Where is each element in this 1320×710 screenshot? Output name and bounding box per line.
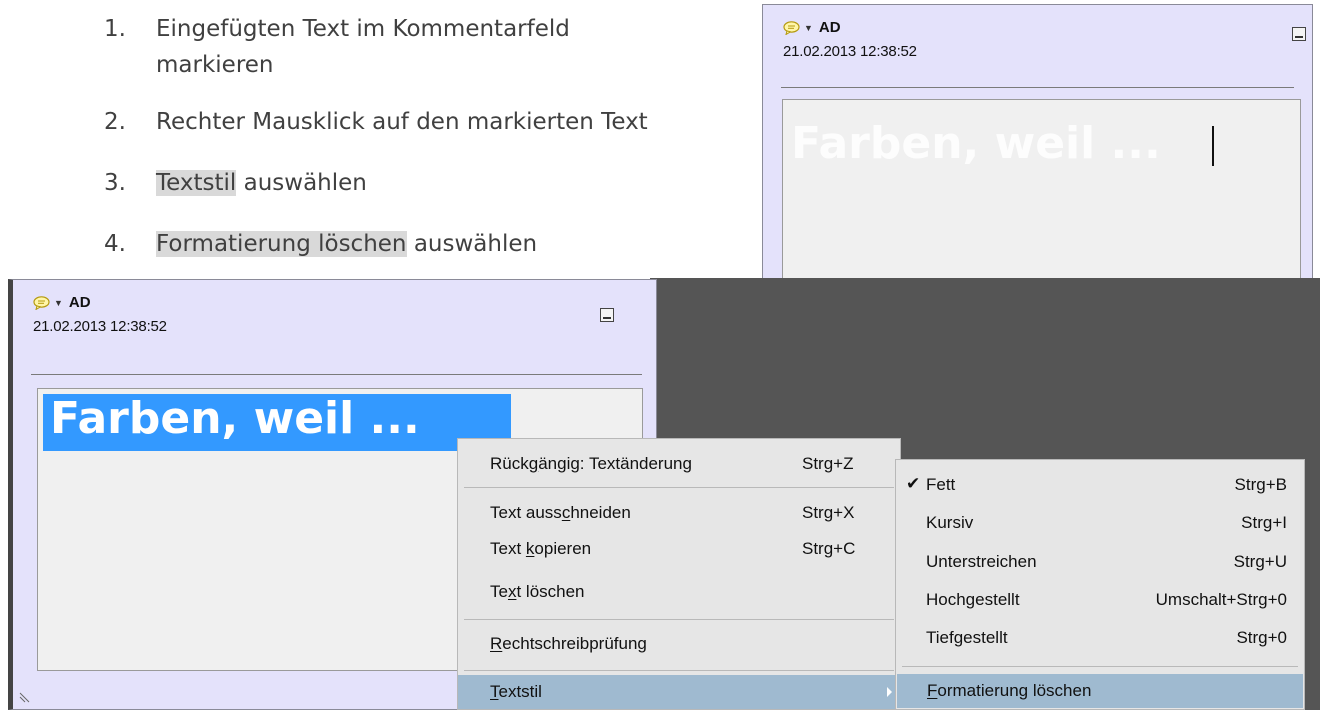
menu-item-label: Tiefgestellt: [926, 628, 1008, 647]
menu-item-label: Formatierung löschen: [927, 681, 1092, 700]
step-highlight: Textstil: [156, 170, 237, 196]
step-text-continued: markieren: [156, 52, 274, 78]
text-cursor: [1212, 126, 1214, 166]
minimize-button[interactable]: [1292, 27, 1306, 41]
menu-item-shortcut: Umschalt+Strg+0: [1155, 590, 1287, 609]
comment-author: AD: [818, 19, 841, 36]
menu-item-shortcut: Strg+Z: [802, 454, 854, 473]
text-style-submenu: ✔ Fett Strg+B Kursiv Strg+I Unterstreich…: [895, 459, 1305, 710]
step-text: Rechter Mausklick auf den markierten Tex…: [156, 109, 648, 135]
menu-item-label: Fett: [926, 475, 956, 494]
menu-item-shortcut: Strg+B: [1234, 475, 1287, 494]
step-text: Eingefügten Text im Kommentarfeld: [156, 16, 570, 42]
menu-item-copy[interactable]: Text kopieren Strg+C: [458, 532, 900, 566]
submenu-item-italic[interactable]: Kursiv Strg+I: [896, 506, 1304, 540]
comment-date: 21.02.2013 12:38:52: [783, 43, 917, 60]
menu-separator: [464, 670, 894, 671]
menu-item-shortcut: Strg+U: [1233, 552, 1287, 571]
submenu-item-subscript[interactable]: Tiefgestellt Strg+0: [896, 621, 1304, 655]
menu-item-spellcheck[interactable]: Rechtschreibprüfung: [458, 627, 900, 661]
submenu-arrow-icon: [887, 687, 892, 697]
checkmark-icon: ✔: [906, 474, 921, 493]
submenu-item-bold[interactable]: ✔ Fett Strg+B: [896, 468, 1304, 502]
menu-separator: [464, 619, 894, 620]
comment-bubble-icon[interactable]: [783, 20, 800, 36]
comment-header[interactable]: ▼ AD: [33, 294, 91, 311]
context-menu: Rückgängig: Textänderung Strg+Z Text aus…: [457, 438, 901, 710]
menu-item-label: Hochgestellt: [926, 590, 1020, 609]
menu-item-shortcut: Strg+C: [802, 539, 856, 558]
menu-item-shortcut: Strg+X: [802, 503, 855, 522]
step-4: 4. Formatierung löschen auswählen: [104, 226, 537, 262]
menu-item-label: Rückgängig: Textänderung: [490, 454, 692, 473]
menu-item-label: Textstil: [490, 682, 542, 701]
comment-header[interactable]: ▼ AD: [783, 19, 841, 36]
resize-grip-left-icon[interactable]: [19, 691, 31, 703]
submenu-item-underline[interactable]: Unterstreichen Strg+U: [896, 545, 1304, 579]
header-divider: [781, 87, 1294, 88]
step-1: 1. Eingefügten Text im Kommentarfeld mark…: [104, 11, 570, 83]
comment-date: 21.02.2013 12:38:52: [33, 318, 167, 335]
header-divider: [31, 374, 642, 375]
menu-item-shortcut: Strg+0: [1236, 628, 1287, 647]
step-text: auswählen: [236, 170, 367, 196]
menu-separator: [902, 666, 1298, 667]
submenu-item-superscript[interactable]: Hochgestellt Umschalt+Strg+0: [896, 583, 1304, 617]
comment-text[interactable]: Farben, weil ...: [791, 114, 1161, 174]
comment-text-selected[interactable]: Farben, weil ...: [50, 389, 420, 449]
menu-item-label: Text kopieren: [490, 539, 592, 558]
comment-bubble-icon[interactable]: [33, 295, 50, 311]
menu-separator: [464, 487, 894, 488]
step-2: 2. Rechter Mausklick auf den markierten T…: [104, 104, 648, 140]
dropdown-arrow-icon[interactable]: ▼: [804, 23, 813, 33]
menu-item-cut[interactable]: Text ausschneiden Strg+X: [458, 496, 900, 530]
step-3: 3. Textstil auswählen: [104, 165, 367, 201]
step-number: 2.: [104, 109, 126, 135]
menu-item-delete[interactable]: Text löschen: [458, 575, 900, 609]
step-number: 3.: [104, 170, 126, 196]
submenu-item-clear-formatting[interactable]: Formatierung löschen: [897, 674, 1303, 708]
menu-item-label: Rechtschreibprüfung: [490, 634, 647, 653]
comment-author: AD: [68, 294, 91, 311]
minimize-button[interactable]: [600, 308, 614, 322]
menu-item-label: Text ausschneiden: [490, 503, 631, 522]
menu-item-label: Text löschen: [490, 582, 585, 601]
step-number: 1.: [104, 16, 126, 42]
step-number: 4.: [104, 231, 126, 257]
menu-item-label: Kursiv: [926, 513, 974, 532]
dropdown-arrow-icon[interactable]: ▼: [54, 298, 63, 308]
step-text: auswählen: [406, 231, 538, 257]
menu-item-label: Unterstreichen: [926, 552, 1037, 571]
menu-item-text-style[interactable]: Textstil: [458, 675, 900, 709]
menu-item-undo[interactable]: Rückgängig: Textänderung Strg+Z: [458, 447, 900, 481]
step-highlight: Formatierung löschen: [156, 231, 407, 257]
menu-item-shortcut: Strg+I: [1241, 513, 1287, 532]
